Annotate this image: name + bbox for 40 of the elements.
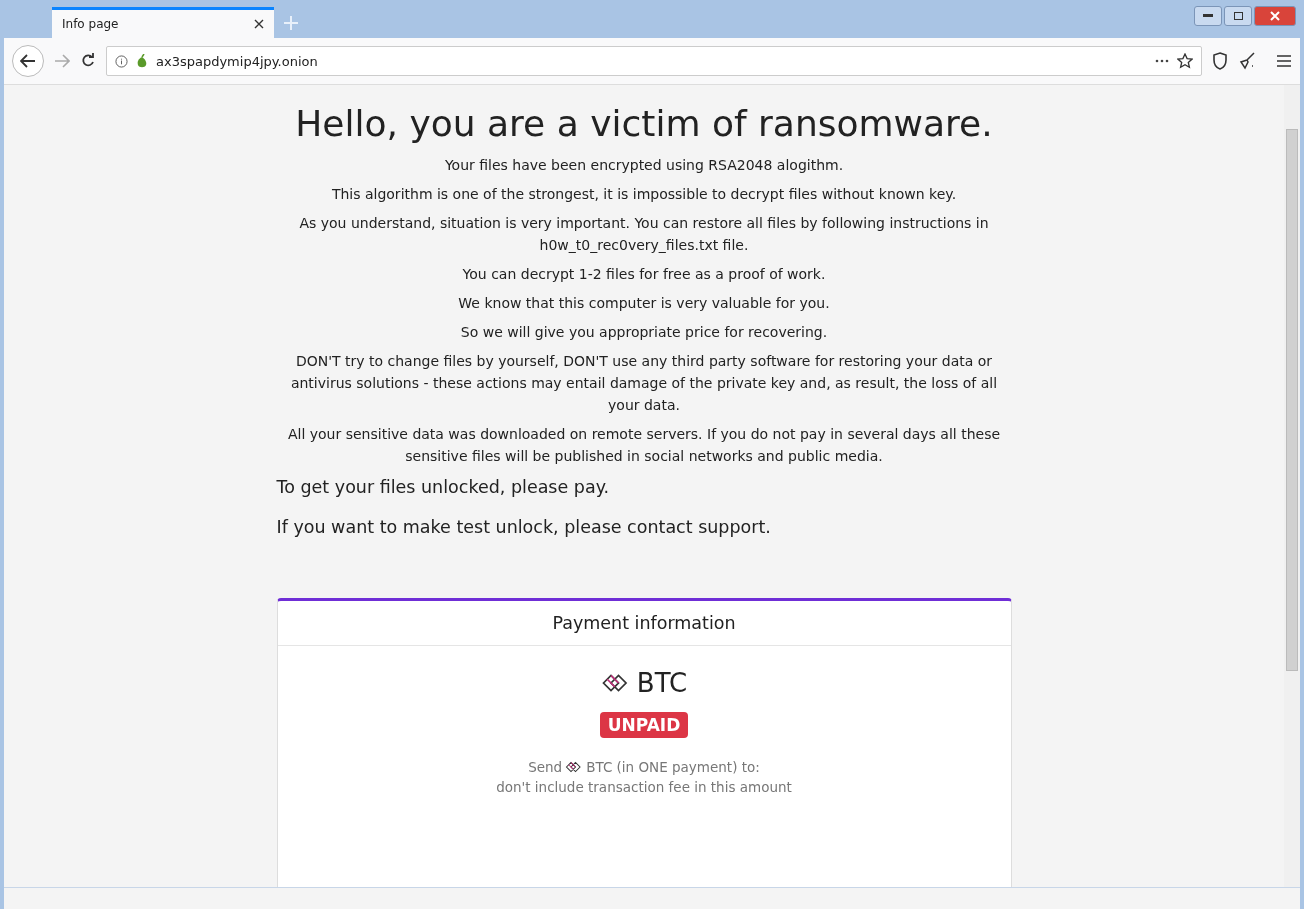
send-text: BTC (in ONE payment) to: (586, 759, 760, 775)
paragraph: DON'T try to change files by yourself, DON'T use any third party software for restoring your data or antivirus solutions - these actions may entail damage of the private key and, as result, the loss of all your data. (289, 352, 999, 415)
fee-note: don't include transaction fee in this amount (496, 779, 792, 795)
paragraph: Your files have been encrypted using RSA2048 alogithm. (443, 156, 845, 175)
paragraph: As you understand, situation is very important. You can restore all files by following instructions in h0w_t0_rec0very_files.txt file. (298, 214, 990, 255)
paragraph: This algorithm is one of the strongest, it is impossible to decrypt files without known key. (330, 185, 958, 204)
browser-tab[interactable]: Info page (52, 7, 274, 38)
reload-icon[interactable] (80, 53, 96, 69)
card-title: Payment information (277, 601, 1011, 646)
back-arrow-icon (20, 54, 36, 68)
send-text: Send (528, 759, 563, 775)
shield-icon[interactable] (1212, 52, 1228, 70)
tab-title: Info page (62, 17, 119, 31)
instruction-text: To get your files unlocked, please pay. (276, 476, 611, 499)
scroll-thumb[interactable] (1286, 129, 1298, 671)
instruction-text: If you want to make test unlock, please contact support. (276, 516, 772, 539)
menu-icon[interactable] (1276, 54, 1292, 68)
minimize-button[interactable] (1194, 6, 1222, 26)
broom-icon[interactable] (1238, 52, 1256, 70)
maximize-button[interactable] (1224, 6, 1252, 26)
paragraph: We know that this computer is very valuable for you. (457, 294, 831, 313)
star-icon[interactable] (1177, 53, 1193, 69)
url-text: ax3spapdymip4jpy.onion (156, 53, 319, 69)
info-icon[interactable] (115, 54, 128, 68)
paragraph: So we will give you appropriate price for recovering. (459, 323, 829, 342)
address-bar[interactable]: ax3spapdymip4jpy.onion (106, 46, 1202, 76)
close-icon (1270, 11, 1280, 21)
maximize-icon (1233, 12, 1243, 20)
close-button[interactable] (1254, 6, 1296, 26)
onion-icon (136, 54, 148, 68)
paragraph: You can decrypt 1-2 files for free as a proof of work. (461, 265, 827, 284)
back-button[interactable] (12, 45, 44, 77)
scrollbar[interactable] (1284, 85, 1300, 887)
close-icon[interactable] (254, 19, 264, 29)
more-icon[interactable] (1155, 59, 1169, 63)
page-heading: Hello, you are a victim of ransomware. (294, 103, 994, 144)
paragraph: All your sensitive data was downloaded on remote servers. If you do not pay in several days all these sensitive files will be published in social networks and public media. (286, 425, 1002, 466)
minimize-icon (1203, 14, 1213, 18)
currency-label: BTC (636, 668, 688, 698)
status-badge: UNPAID (599, 712, 689, 738)
